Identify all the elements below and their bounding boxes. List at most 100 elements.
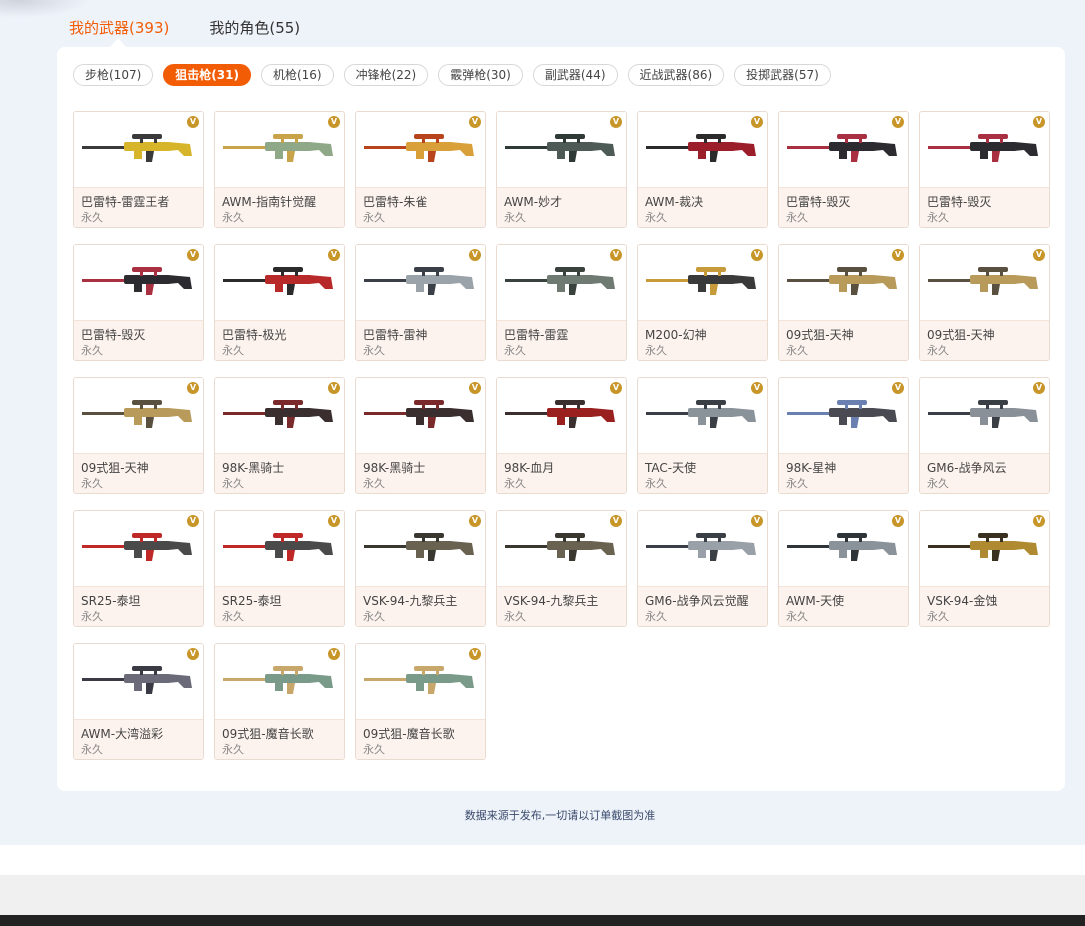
weapon-card[interactable]: V AWM-大湾溢彩 永久 <box>73 643 204 760</box>
filter-chip[interactable]: 投掷武器(57) <box>734 64 831 86</box>
sniper-rifle-icon <box>787 533 897 561</box>
vip-badge-icon: V <box>751 515 763 527</box>
weapon-term: 永久 <box>645 211 667 224</box>
weapon-name: VSK-94-金蚀 <box>927 594 998 608</box>
weapon-card[interactable]: V 巴雷特-雷霆王者 永久 <box>73 111 204 228</box>
weapon-info: SR25-泰坦 永久 <box>74 586 203 626</box>
weapon-image: V <box>497 511 626 586</box>
weapon-card[interactable]: V VSK-94-九黎兵主 永久 <box>496 510 627 627</box>
weapon-info: AWM-大湾溢彩 永久 <box>74 719 203 759</box>
weapon-card[interactable]: V TAC-天使 永久 <box>637 377 768 494</box>
weapon-card[interactable]: V AWM-指南针觉醒 永久 <box>214 111 345 228</box>
weapon-card[interactable]: V SR25-泰坦 永久 <box>214 510 345 627</box>
weapon-name: GM6-战争风云觉醒 <box>645 594 749 608</box>
weapon-term: 永久 <box>363 211 385 224</box>
weapon-term: 永久 <box>222 344 244 357</box>
weapon-card[interactable]: V 09式狙-魔音长歌 永久 <box>355 643 486 760</box>
filter-chip[interactable]: 近战武器(86) <box>627 64 725 86</box>
weapon-image: V <box>638 245 767 320</box>
filter-chip[interactable]: 步枪(107) <box>73 64 154 86</box>
weapon-term: 永久 <box>786 610 808 623</box>
weapon-card[interactable]: V GM6-战争风云 永久 <box>919 377 1050 494</box>
vip-badge-icon: V <box>892 116 904 128</box>
weapon-card[interactable]: V GM6-战争风云觉醒 永久 <box>637 510 768 627</box>
weapon-image: V <box>356 511 485 586</box>
weapon-grid: V 巴雷特-雷霆王者 永久 V AWM-指南针觉醒 永久 V 巴雷特-朱雀 永久 V AWM-妙才永… <box>73 111 1050 760</box>
weapon-info: AWM-裁决 永久 <box>638 187 767 227</box>
weapon-name: SR25-泰坦 <box>222 594 282 608</box>
vip-badge-icon: V <box>610 515 622 527</box>
weapon-card[interactable]: V SR25-泰坦 永久 <box>73 510 204 627</box>
sniper-rifle-icon <box>505 267 615 295</box>
weapon-card[interactable]: V 巴雷特-朱雀 永久 <box>355 111 486 228</box>
vip-badge-icon: V <box>751 382 763 394</box>
vip-badge-icon: V <box>187 382 199 394</box>
filter-chip[interactable]: 狙击枪(31) <box>163 64 251 86</box>
weapon-card[interactable]: V 98K-血月 永久 <box>496 377 627 494</box>
weapon-name: 98K-星神 <box>786 461 837 475</box>
weapon-card[interactable]: V 09式狙-天神 永久 <box>919 244 1050 361</box>
vip-badge-icon: V <box>328 382 340 394</box>
weapon-info: TAC-天使 永久 <box>638 453 767 493</box>
sniper-rifle-icon <box>82 267 192 295</box>
weapon-card[interactable]: V 巴雷特-雷神 永久 <box>355 244 486 361</box>
weapon-image: V <box>356 112 485 187</box>
vip-badge-icon: V <box>1033 382 1045 394</box>
weapon-name: VSK-94-九黎兵主 <box>363 594 458 608</box>
weapon-info: M200-幻神 永久 <box>638 320 767 360</box>
weapon-card[interactable]: V AWM-妙才 永久 <box>496 111 627 228</box>
weapon-image: V <box>920 378 1049 453</box>
tab-my-weapons[interactable]: 我的武器(393) <box>69 18 169 40</box>
weapon-card[interactable]: V 巴雷特-毁灭 永久 <box>778 111 909 228</box>
sniper-rifle-icon <box>223 267 333 295</box>
weapon-card[interactable]: V VSK-94-九黎兵主 永久 <box>355 510 486 627</box>
filter-chip[interactable]: 霰弹枪(30) <box>438 64 523 86</box>
weapon-card[interactable]: V 巴雷特-雷霆 永久 <box>496 244 627 361</box>
weapon-image: V <box>638 511 767 586</box>
vip-badge-icon: V <box>610 249 622 261</box>
sniper-rifle-icon <box>928 533 1038 561</box>
weapon-name: 09式狙-天神 <box>927 328 995 342</box>
sniper-rifle-icon <box>928 134 1038 162</box>
weapon-name: 巴雷特-毁灭 <box>81 328 146 342</box>
weapon-name: 98K-血月 <box>504 461 555 475</box>
weapon-info: VSK-94-金蚀 永久 <box>920 586 1049 626</box>
weapon-image: V <box>638 378 767 453</box>
weapon-card[interactable]: V 09式狙-魔音长歌 永久 <box>214 643 345 760</box>
filter-chip[interactable]: 机枪(16) <box>260 64 334 86</box>
weapon-term: 永久 <box>927 477 949 490</box>
weapon-card[interactable]: V 98K-黑骑士 永久 <box>214 377 345 494</box>
weapon-name: VSK-94-九黎兵主 <box>504 594 599 608</box>
weapon-name: AWM-妙才 <box>504 195 563 209</box>
weapon-card[interactable]: V 巴雷特-毁灭 永久 <box>919 111 1050 228</box>
tab-my-roles[interactable]: 我的角色(55) <box>209 18 300 40</box>
sniper-rifle-icon <box>928 267 1038 295</box>
weapon-info: AWM-天使 永久 <box>779 586 908 626</box>
filter-chip[interactable]: 副武器(44) <box>532 64 618 86</box>
weapon-image: V <box>74 511 203 586</box>
weapon-card[interactable]: V 98K-黑骑士 永久 <box>355 377 486 494</box>
weapon-info: 巴雷特-雷神 永久 <box>356 320 485 360</box>
weapon-card[interactable]: V 09式狙-天神 永久 <box>778 244 909 361</box>
weapon-name: 巴雷特-朱雀 <box>363 195 428 209</box>
data-source-note: 数据来源于发布,一切请以订单截图为准 <box>464 809 656 822</box>
weapon-card[interactable]: V M200-幻神 永久 <box>637 244 768 361</box>
weapon-card[interactable]: V 巴雷特-极光 永久 <box>214 244 345 361</box>
sniper-rifle-icon <box>646 400 756 428</box>
weapon-info: GM6-战争风云觉醒 永久 <box>638 586 767 626</box>
weapon-image: V <box>74 644 203 719</box>
weapon-card[interactable]: V 09式狙-天神 永久 <box>73 377 204 494</box>
weapon-card[interactable]: V 巴雷特-毁灭 永久 <box>73 244 204 361</box>
weapon-card[interactable]: V AWM-天使 永久 <box>778 510 909 627</box>
weapon-term: 永久 <box>504 344 526 357</box>
footer-band <box>0 875 1085 915</box>
weapon-term: 永久 <box>81 610 103 623</box>
weapon-info: 09式狙-天神 永久 <box>74 453 203 493</box>
weapon-card[interactable]: V 98K-星神 永久 <box>778 377 909 494</box>
weapon-name: SR25-泰坦 <box>81 594 141 608</box>
weapon-card[interactable]: V AWM-裁决 永久 <box>637 111 768 228</box>
weapon-card[interactable]: V VSK-94-金蚀 永久 <box>919 510 1050 627</box>
weapon-term: 永久 <box>81 344 103 357</box>
filter-chip[interactable]: 冲锋枪(22) <box>343 64 429 86</box>
weapon-info: 巴雷特-极光 永久 <box>215 320 344 360</box>
